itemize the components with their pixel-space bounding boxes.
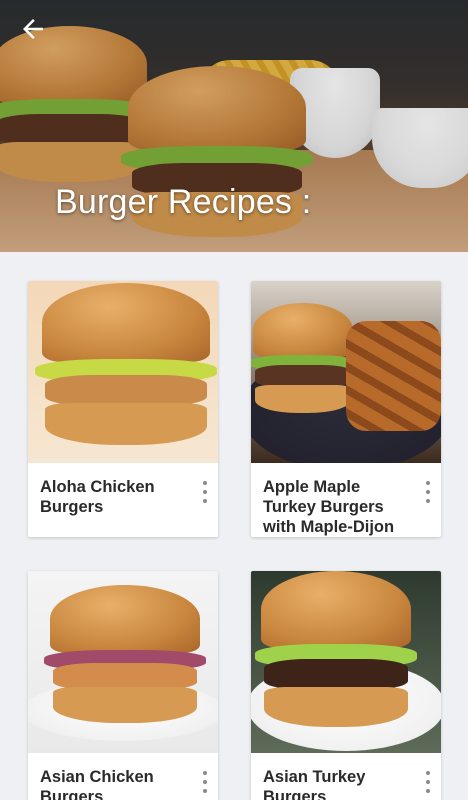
more-vert-icon: [203, 771, 207, 775]
back-button[interactable]: [18, 14, 48, 44]
recipe-title: Aloha Chicken Burgers: [40, 478, 155, 516]
recipe-card-apple-maple-turkey[interactable]: Apple Maple Turkey Burgers with Maple-Di…: [251, 281, 441, 537]
more-options-button[interactable]: [200, 771, 210, 793]
recipe-title: Asian Turkey Burgers: [263, 768, 366, 800]
page-title: Burger Recipes :: [55, 183, 312, 221]
hero-banner: Burger Recipes :: [0, 0, 468, 252]
recipe-title: Asian Chicken Burgers: [40, 768, 154, 800]
more-vert-icon: [426, 771, 430, 775]
more-vert-icon: [426, 481, 430, 485]
recipe-image: [251, 571, 441, 753]
recipe-card-aloha-chicken[interactable]: Aloha Chicken Burgers: [28, 281, 218, 537]
recipe-image: [28, 571, 218, 753]
arrow-left-icon: [23, 19, 43, 39]
recipe-image: [28, 281, 218, 463]
recipe-image: [251, 281, 441, 463]
recipe-card-asian-chicken[interactable]: Asian Chicken Burgers: [28, 571, 218, 800]
recipe-title: Apple Maple Turkey Burgers with Maple-Di…: [263, 478, 395, 536]
more-options-button[interactable]: [423, 481, 433, 503]
more-options-button[interactable]: [200, 481, 210, 503]
more-vert-icon: [203, 481, 207, 485]
recipe-card-asian-turkey[interactable]: Asian Turkey Burgers: [251, 571, 441, 800]
more-options-button[interactable]: [423, 771, 433, 793]
